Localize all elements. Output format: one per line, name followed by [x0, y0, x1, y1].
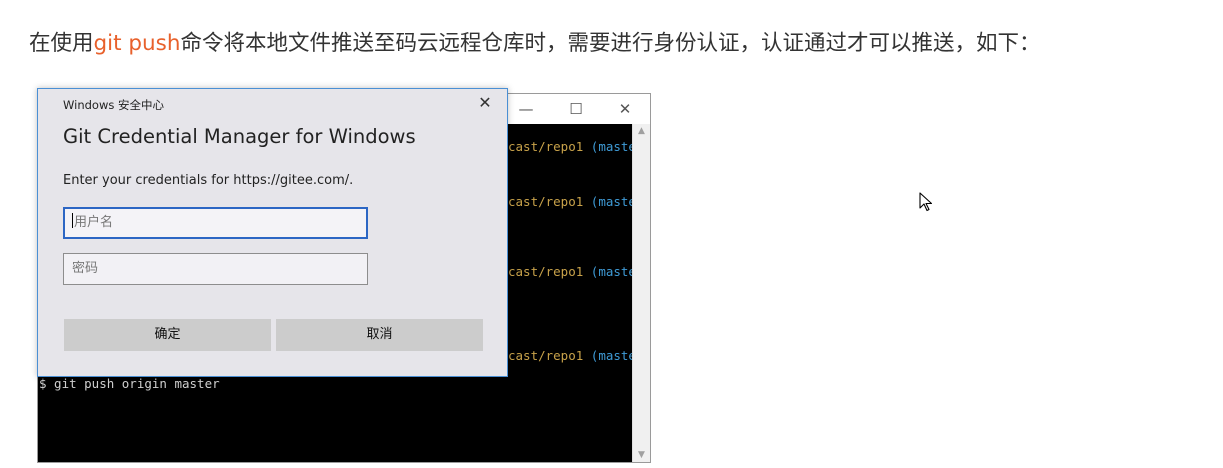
prompt-branch: (maste	[590, 194, 636, 209]
prompt-path: cast/repo1	[508, 139, 584, 154]
password-placeholder: 密码	[72, 261, 99, 276]
dialog-title: Git Credential Manager for Windows	[63, 125, 416, 148]
dialog-caption: Windows 安全中心	[63, 98, 164, 112]
username-placeholder: 用户名	[74, 215, 114, 230]
ok-button[interactable]: 确定	[64, 319, 271, 351]
prompt-path: cast/repo1	[508, 194, 584, 209]
password-field[interactable]: 密码	[63, 253, 368, 285]
credential-dialog: Windows 安全中心 ✕ Git Credential Manager fo…	[37, 88, 508, 377]
intro-text-before: 在使用	[29, 31, 94, 56]
prompt-path: cast/repo1	[508, 348, 584, 363]
username-field[interactable]: 用户名	[63, 207, 368, 239]
terminal-scrollbar[interactable]: ▲ ▼	[632, 124, 650, 462]
close-button[interactable]: ✕	[602, 96, 648, 122]
terminal-command-line: $ git push origin master	[39, 376, 220, 391]
dialog-prompt: Enter your credentials for https://gitee…	[63, 173, 354, 188]
scroll-down-icon[interactable]: ▼	[633, 450, 650, 460]
prompt-path: cast/repo1	[508, 264, 584, 279]
terminal-prompt-line: cast/repo1 (maste	[508, 195, 636, 209]
minimize-button[interactable]: —	[503, 96, 549, 122]
prompt-branch: (maste	[590, 348, 636, 363]
dialog-close-button[interactable]: ✕	[475, 93, 495, 113]
git-push-code: git push	[93, 31, 181, 56]
terminal-prompt-line: cast/repo1 (maste	[508, 349, 636, 363]
prompt-branch: (maste	[590, 139, 636, 154]
terminal-prompt-line: cast/repo1 (maste	[508, 265, 636, 279]
maximize-button[interactable]: ☐	[553, 96, 599, 122]
intro-text-after: 命令将本地文件推送至码云远程仓库时，需要进行身份认证，认证通过才可以推送，如下：	[180, 31, 1041, 56]
prompt-branch: (maste	[590, 264, 636, 279]
cancel-button[interactable]: 取消	[276, 319, 483, 351]
intro-paragraph: 在使用git push命令将本地文件推送至码云远程仓库时，需要进行身份认证，认证…	[29, 26, 1041, 57]
scroll-up-icon[interactable]: ▲	[633, 126, 650, 136]
terminal-prompt-line: cast/repo1 (maste	[508, 140, 636, 154]
text-caret	[72, 213, 73, 228]
mouse-cursor-icon	[919, 192, 933, 212]
